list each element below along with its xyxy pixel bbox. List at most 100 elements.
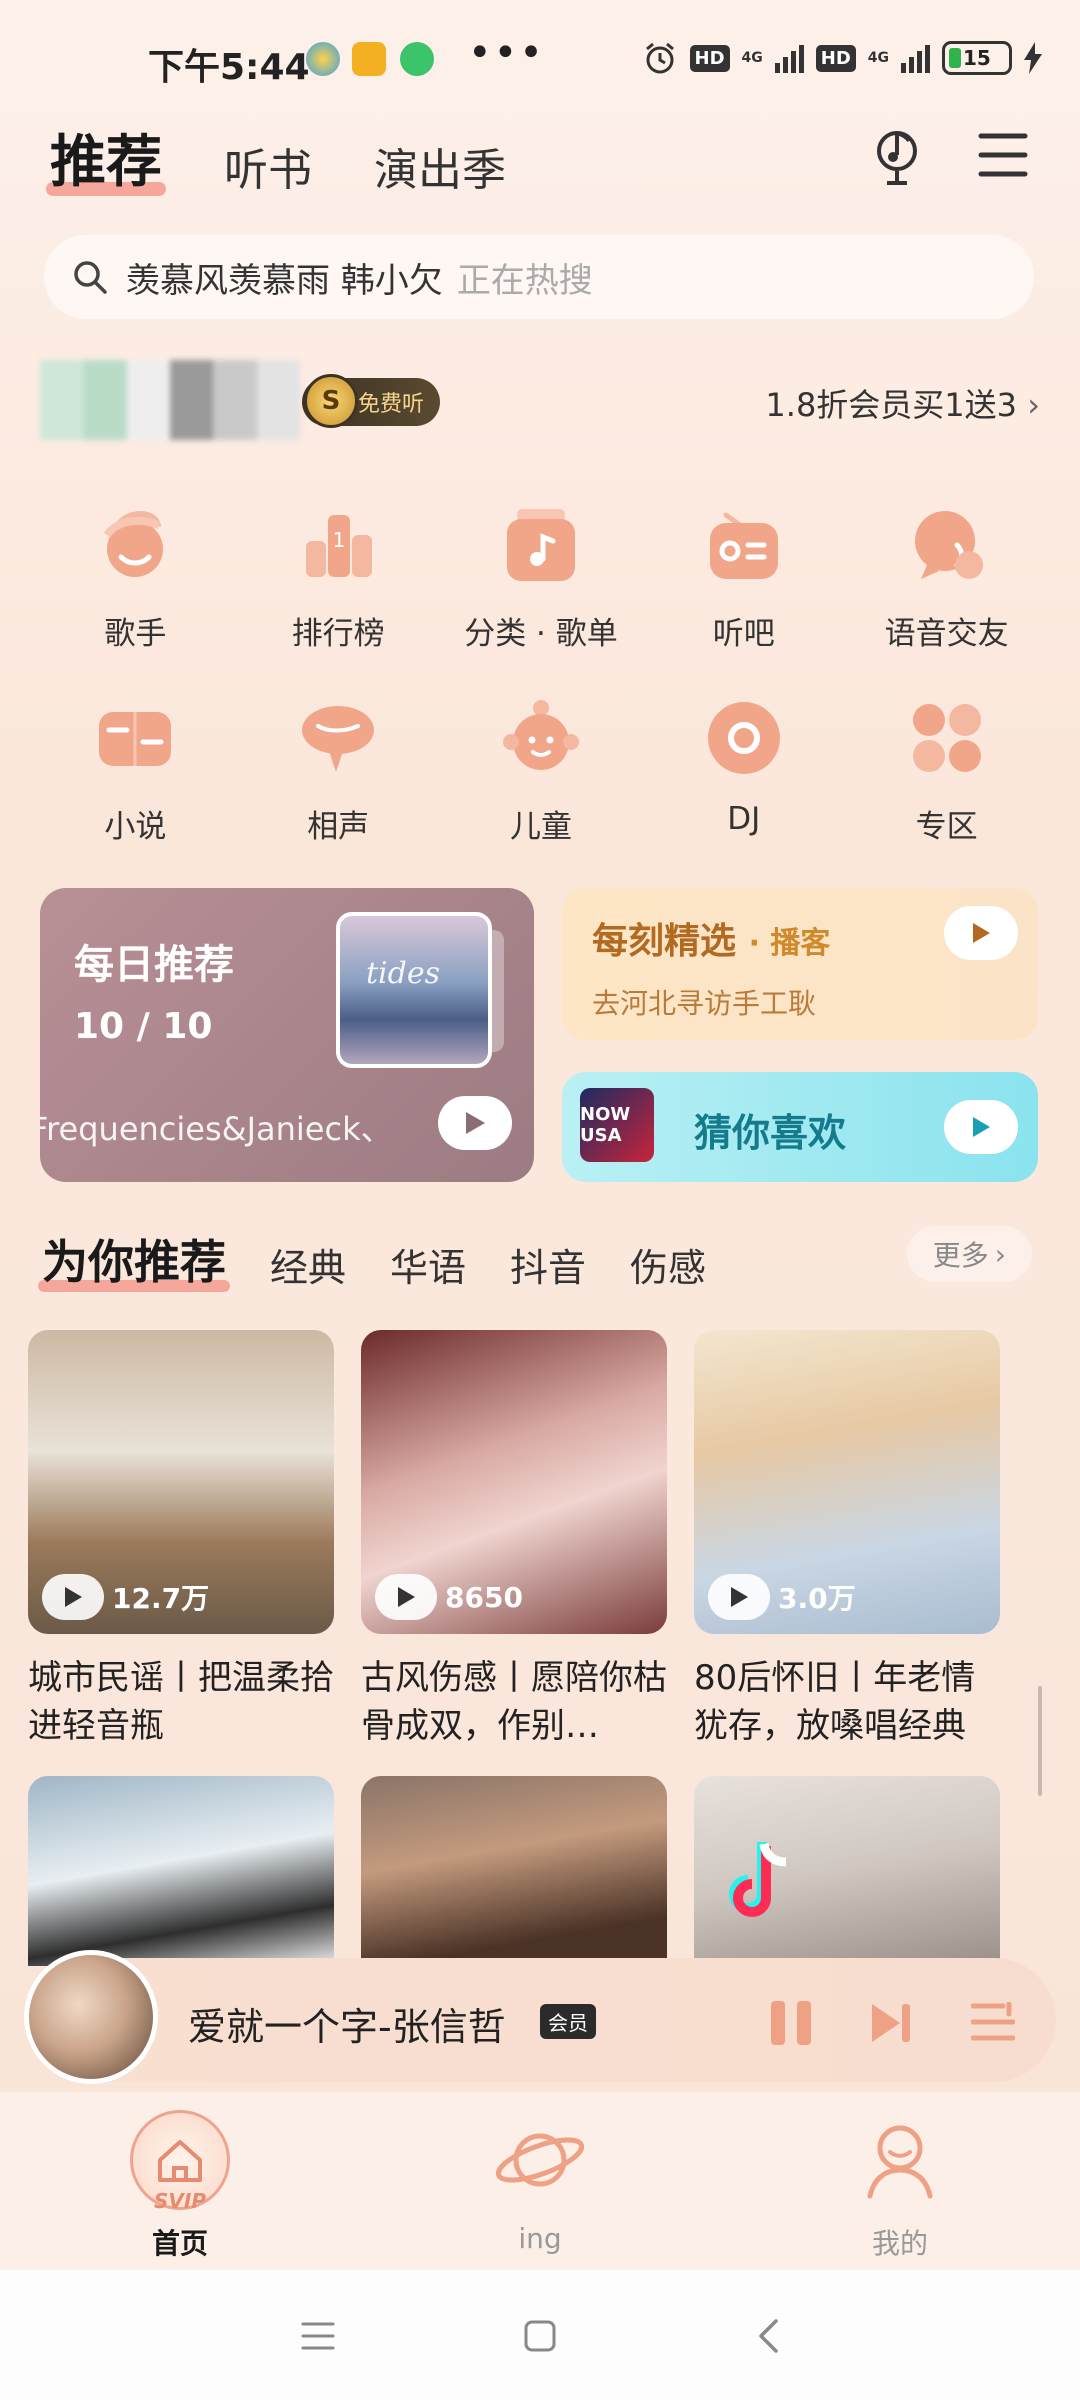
quick-link-voice-chat[interactable]: 语音交友 <box>845 500 1048 653</box>
voice-search-button[interactable] <box>862 120 932 190</box>
cover-title: tides <box>366 956 441 991</box>
playlist-title: 80后怀旧丨年老情犹存，放嗓唱经典 <box>694 1658 976 1746</box>
chevron-right-icon: › <box>994 1237 1006 1271</box>
playlist-card[interactable] <box>28 1776 334 1966</box>
svip-medal-icon: S <box>304 374 358 428</box>
playlist-card[interactable] <box>361 1776 667 1966</box>
search-bar[interactable]: 羡慕风羡慕雨 韩小欠 正在热搜 <box>44 235 1034 319</box>
quick-link-singer[interactable]: 歌手 <box>34 500 237 653</box>
playlist-card[interactable] <box>694 1776 1000 1966</box>
hamburger-menu-icon <box>978 133 1028 177</box>
battery-icon: 15 <box>942 41 1012 75</box>
back-button[interactable] <box>744 2312 792 2360</box>
quick-link-label: 听吧 <box>712 616 775 652</box>
guess-you-like-card[interactable]: NOW USA 猜你喜欢 <box>562 1072 1038 1182</box>
section-tab-sad[interactable]: 伤感 <box>630 1237 706 1292</box>
svip-badge: SVIP <box>154 2189 206 2213</box>
daily-play-button[interactable] <box>438 1096 512 1150</box>
nav-ing[interactable]: ing <box>460 2110 620 2255</box>
playlist-card[interactable]: 8650 古风伤感丨愿陪你枯骨成双，作别… <box>361 1330 667 1750</box>
search-hint: 正在热搜 <box>456 260 593 301</box>
menu-button[interactable] <box>968 120 1038 190</box>
quick-link-listen[interactable]: 听吧 <box>642 500 845 653</box>
hd-badge: HD <box>815 44 856 72</box>
recommend-section-tabs: 为你推荐 经典 华语 抖音 伤感 <box>38 1222 706 1292</box>
quick-link-label: 歌手 <box>104 616 167 652</box>
app-notification-icon <box>306 42 340 76</box>
network-type: 4G <box>867 50 889 66</box>
nav-mine-label: 我的 <box>871 2227 928 2260</box>
status-bar: 下午5:44 ••• HD 4G HD 4G 15 <box>0 0 1080 120</box>
quick-link-crosstalk[interactable]: 相声 <box>237 693 440 846</box>
app-notification-icon <box>352 42 386 76</box>
section-tab-douyin[interactable]: 抖音 <box>510 1237 586 1292</box>
scroll-indicator <box>1038 1686 1042 1796</box>
playlist-queue-icon <box>971 2002 1015 2041</box>
zone-icon <box>902 693 992 783</box>
menu-lines-icon <box>301 2322 335 2350</box>
playlist-card[interactable]: 3.0万 80后怀旧丨年老情犹存，放嗓唱经典 <box>694 1330 1000 1750</box>
tab-recommend[interactable]: 推荐 <box>46 117 166 198</box>
section-tab-chinese[interactable]: 华语 <box>390 1237 466 1292</box>
free-listen-badge[interactable]: S 免费听 <box>302 374 441 428</box>
charging-icon <box>1024 42 1042 74</box>
daily-date: 10 / 10 <box>74 1006 213 1047</box>
vip-promo-text: 1.8折会员买1送3 <box>765 386 1018 424</box>
section-tab-classic[interactable]: 经典 <box>270 1237 346 1292</box>
app-notification-icon <box>400 42 434 76</box>
pause-button[interactable] <box>766 1998 816 2048</box>
planet-icon <box>490 2110 590 2210</box>
quick-link-dj[interactable]: DJ <box>642 693 845 846</box>
quick-link-novel[interactable]: 小说 <box>34 693 237 846</box>
search-query: 羡慕风羡慕雨 韩小欠 <box>126 260 443 301</box>
signal-icon <box>901 43 930 73</box>
playlist-category-icon <box>496 500 586 590</box>
guess-play-button[interactable] <box>944 1100 1018 1154</box>
tab-audiobook[interactable]: 听书 <box>224 134 312 198</box>
vip-row: S 免费听 1.8折会员买1送3 › <box>40 360 1040 440</box>
daily-cover-image: tides <box>336 912 492 1068</box>
quick-link-label: 语音交友 <box>884 616 1009 652</box>
play-count: 8650 <box>375 1574 523 1620</box>
system-navigation-bar <box>0 2270 1080 2400</box>
radio-icon <box>699 500 789 590</box>
recent-apps-button[interactable] <box>294 2312 342 2360</box>
home-system-button[interactable] <box>516 2312 564 2360</box>
ranking-icon: 1 <box>293 500 383 590</box>
playlist-queue-button[interactable] <box>968 1998 1018 2048</box>
pause-icon <box>771 2001 811 2045</box>
quick-link-ranking[interactable]: 1 排行榜 <box>237 500 440 653</box>
playlist-card[interactable]: 12.7万 城市民谣丨把温柔拾进轻音瓶 <box>28 1330 334 1750</box>
moment-play-button[interactable] <box>944 906 1018 960</box>
search-icon <box>74 261 107 294</box>
nav-ing-label: ing <box>518 2222 562 2255</box>
singer-icon <box>90 500 180 590</box>
status-time: 下午5:44 <box>148 47 310 88</box>
more-notifications-icon: ••• <box>468 30 545 76</box>
chevron-left-icon <box>759 2319 778 2353</box>
moment-subtitle: 去河北寻访手工耿 <box>592 987 817 1020</box>
quick-link-kids[interactable]: 儿童 <box>440 693 643 846</box>
moment-podcast-card[interactable]: 每刻精选 · 播客 去河北寻访手工耿 <box>562 888 1038 1040</box>
chevron-right-icon: › <box>1027 386 1040 424</box>
play-icon <box>973 923 990 943</box>
nav-mine[interactable]: 我的 <box>820 2110 980 2262</box>
playlist-title: 城市民谣丨把温柔拾进轻音瓶 <box>28 1658 334 1746</box>
play-icon <box>42 1574 104 1620</box>
nav-home[interactable]: SVIP 首页 <box>100 2110 260 2262</box>
alarm-icon <box>645 42 674 74</box>
tab-shows[interactable]: 演出季 <box>374 134 506 198</box>
vip-promo-link[interactable]: 1.8折会员买1送3 › <box>765 380 1040 426</box>
quick-link-zone[interactable]: 专区 <box>845 693 1048 846</box>
moment-title: 每刻精选 · 播客 <box>592 921 831 962</box>
play-icon <box>466 1112 485 1134</box>
next-button[interactable] <box>866 1998 916 2048</box>
more-button[interactable]: 更多 › <box>906 1226 1032 1282</box>
quick-link-category[interactable]: 分类 · 歌单 <box>440 500 643 653</box>
daily-subtitle: Frequencies&Janieck、 <box>40 1110 393 1148</box>
section-tab-for-you[interactable]: 为你推荐 <box>38 1226 230 1292</box>
quick-links-grid: 歌手 1 排行榜 分类 · 歌单 听吧 语音交友 小说 相声 儿童 DJ 专区 <box>34 500 1048 846</box>
playlist-cover: 12.7万 <box>28 1330 334 1634</box>
daily-recommend-card[interactable]: 每日推荐 10 / 10 tides Frequencies&Janieck、 <box>40 888 534 1182</box>
mini-player[interactable]: 爱就一个字-张信哲 会员 <box>24 1950 1056 2084</box>
